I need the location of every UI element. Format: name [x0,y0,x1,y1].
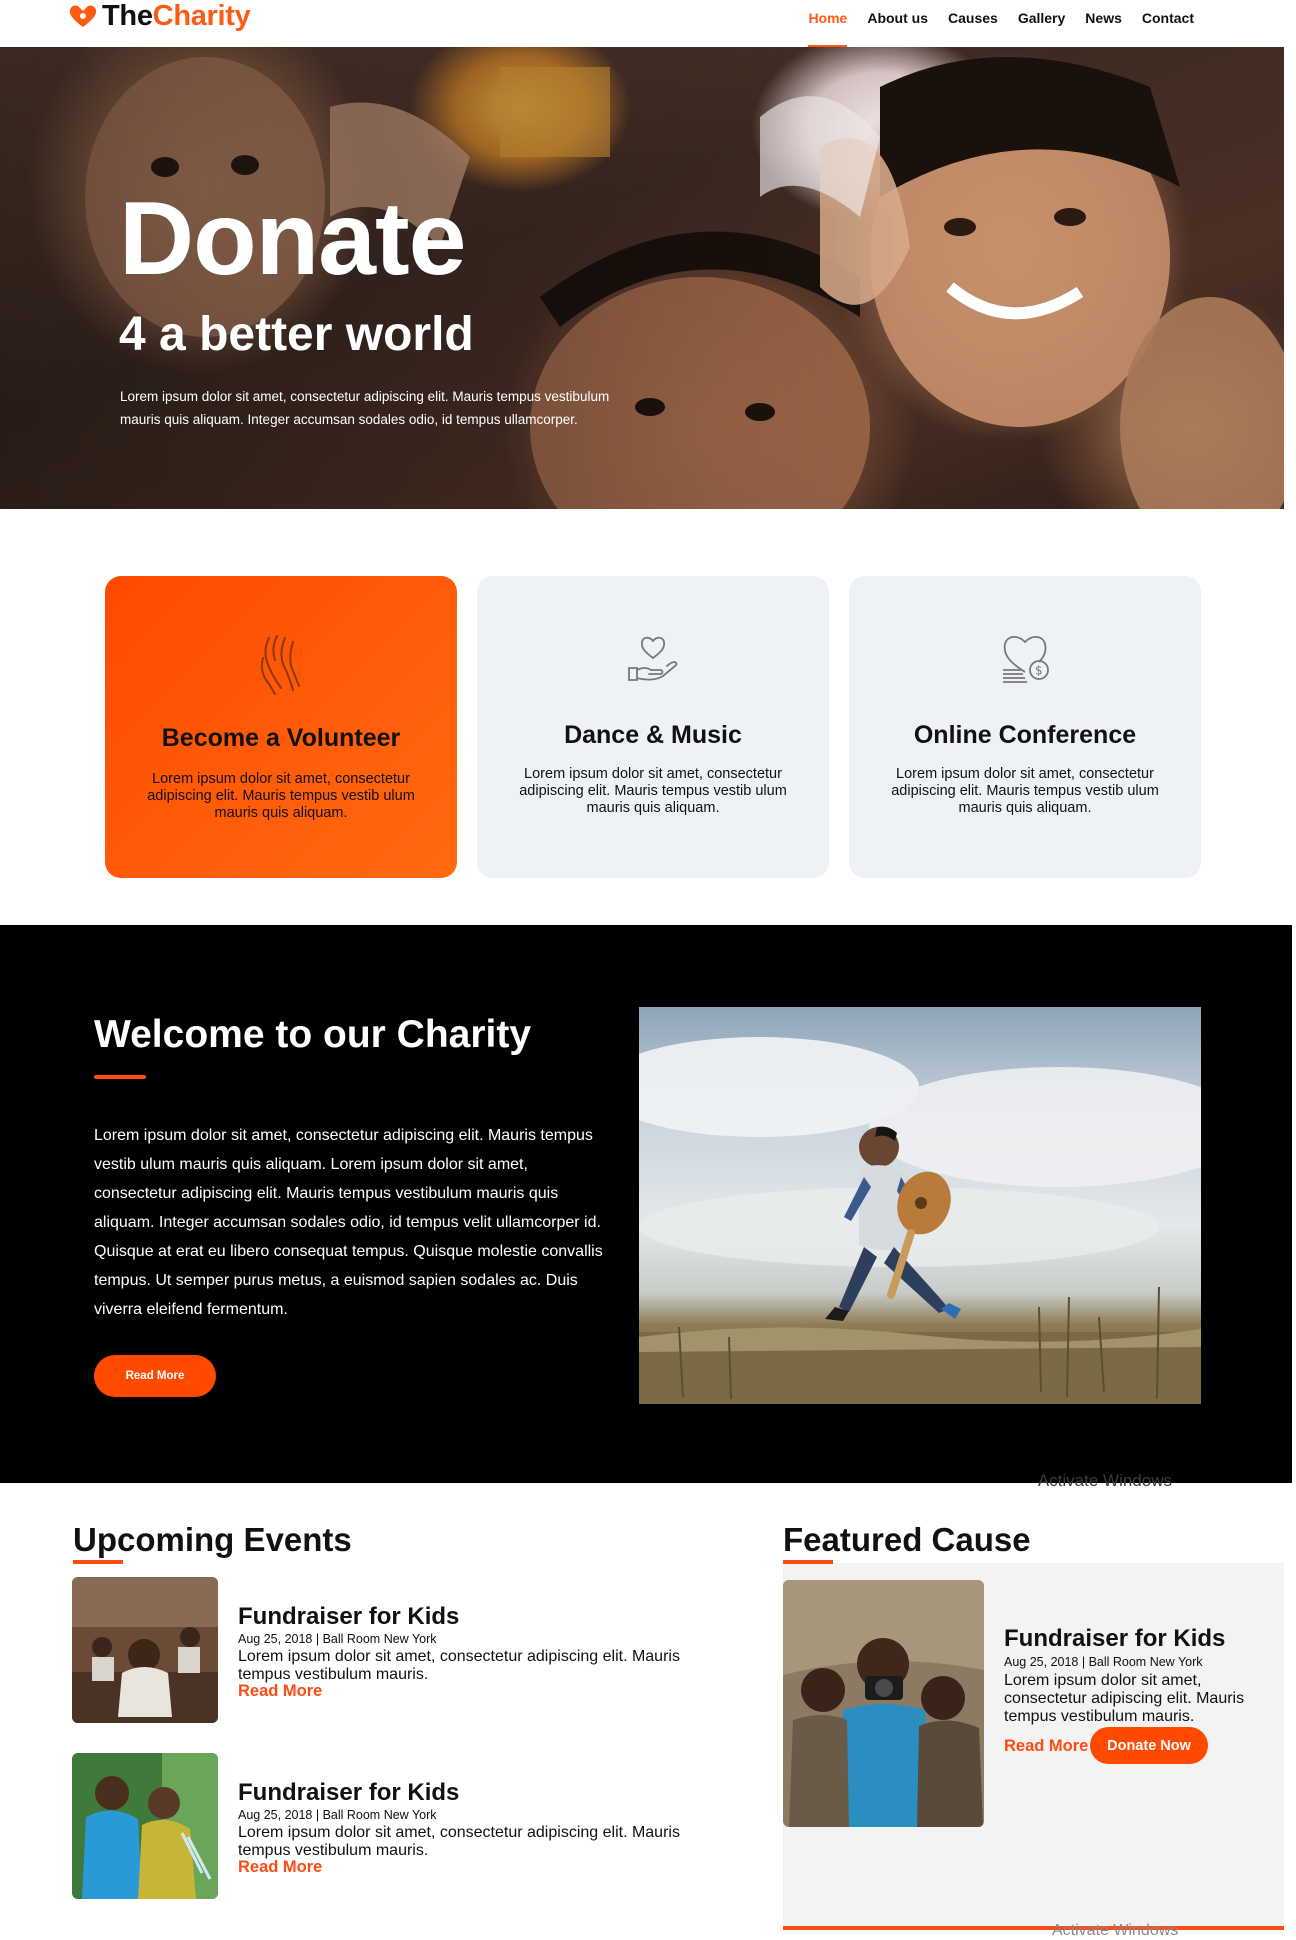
logo-text-part1: The [102,0,153,32]
card-online-conference[interactable]: $ Online Conference Lorem ipsum dolor si… [849,576,1201,878]
main-nav: Home About us Causes Gallery News Contac… [798,0,1204,47]
hero-subtitle: 4 a better world [119,308,474,361]
nav-item-contact[interactable]: Contact [1132,0,1204,47]
events-underline [73,1560,123,1564]
activate-windows-watermark: Activate Windows [1052,1922,1179,1939]
card-title: Become a Volunteer [161,724,401,752]
event-read-more-link[interactable]: Read More [238,1858,322,1877]
featured-underline [783,1560,833,1564]
featured-cause-description: Lorem ipsum dolor sit amet, consectetur … [1004,1672,1245,1725]
card-title: Online Conference [913,721,1137,749]
card-text: Lorem ipsum dolor sit amet, consectetur … [891,766,1159,816]
nav-item-about[interactable]: About us [857,0,938,47]
hero-text: Lorem ipsum dolor sit amet, consectetur … [120,389,610,427]
boy-with-guitar-photo [639,1007,1201,1404]
card-title: Dance & Music [564,721,742,749]
photo-scene [639,1037,1201,1404]
events-title: Upcoming Events [73,1521,352,1558]
featured-read-more-link[interactable]: Read More [1004,1737,1088,1756]
featured-bottom-border [783,1926,1284,1930]
event-meta: Aug 25, 2018 | Ball Room New York [238,1808,437,1822]
event-item: Fundraiser for Kids Aug 25, 2018 | Ball … [72,1577,712,1723]
event-read-more-link[interactable]: Read More [238,1682,322,1701]
welcome-text: Lorem ipsum dolor sit amet, consectetur … [94,1127,603,1318]
card-volunteer[interactable]: Become a Volunteer Lorem ipsum dolor sit… [105,576,457,878]
event-title[interactable]: Fundraiser for Kids [238,1603,459,1631]
nav-item-news[interactable]: News [1075,0,1132,47]
featured-photo[interactable] [783,1580,984,1827]
welcome-section: Welcome to our Charity Lorem ipsum dolor… [0,925,1292,1490]
logo-text: TheCharity [102,0,251,33]
feature-cards: Become a Volunteer Lorem ipsum dolor sit… [105,576,1201,878]
children-water-photo [72,1753,218,1899]
event-thumbnail[interactable] [72,1753,218,1899]
site-logo[interactable]: TheCharity [68,0,251,32]
hero-title: Donate [119,181,466,297]
event-meta: Aug 25, 2018 | Ball Room New York [238,1632,437,1646]
nav-item-home[interactable]: Home [798,0,857,47]
event-item: Fundraiser for Kids Aug 25, 2018 | Ball … [72,1753,712,1899]
nav-item-causes[interactable]: Causes [938,0,1008,47]
svg-text:$: $ [1035,664,1043,678]
hero-banner: Donate 4 a better world Lorem ipsum dolo… [0,47,1284,509]
card-text: Lorem ipsum dolor sit amet, consectetur … [147,771,415,821]
featured-cause-meta: Aug 25, 2018 | Ball Room New York [1004,1655,1203,1669]
heart-coin-icon: $ [1003,636,1049,683]
heart-hand-icon [628,636,678,681]
hands-icon [260,635,300,695]
title-underline [94,1075,146,1079]
event-title[interactable]: Fundraiser for Kids [238,1779,459,1807]
logo-text-part2: Charity [152,0,251,32]
activate-windows-watermark: Activate Windows [1037,1471,1172,1490]
event-description: Lorem ipsum dolor sit amet, consectetur … [238,1648,680,1683]
card-dance-music[interactable]: Dance & Music Lorem ipsum dolor sit amet… [477,576,829,878]
welcome-title: Welcome to our Charity [94,1013,532,1056]
donate-now-button[interactable]: Donate Now [1090,1727,1208,1764]
classroom-photo [72,1577,218,1723]
featured-cause-title[interactable]: Fundraiser for Kids [1004,1625,1225,1653]
nav-item-gallery[interactable]: Gallery [1008,0,1075,47]
boys-camera-photo [783,1580,984,1827]
heart-logo-icon [69,5,97,27]
read-more-button[interactable]: Read More [94,1355,216,1397]
card-text: Lorem ipsum dolor sit amet, consectetur … [519,766,787,816]
event-thumbnail[interactable] [72,1577,218,1723]
event-description: Lorem ipsum dolor sit amet, consectetur … [238,1824,680,1859]
featured-title: Featured Cause [783,1521,1031,1558]
site-header: TheCharity Home About us Causes Gallery … [0,0,1284,47]
